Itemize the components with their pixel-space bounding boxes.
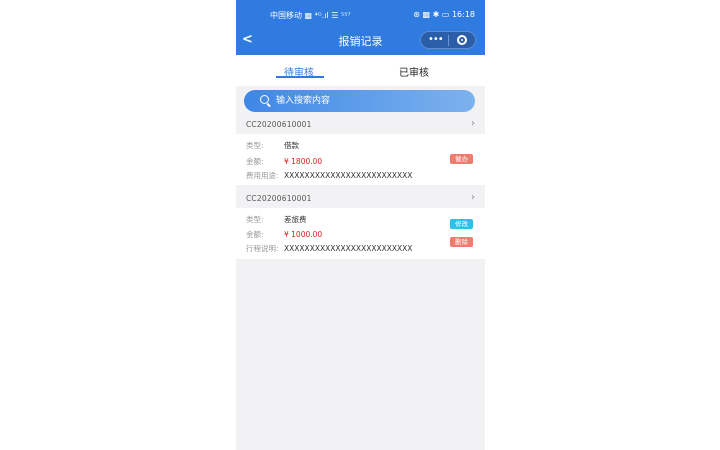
record-code: CC20200610001 <box>246 120 312 129</box>
field-value: 差旅费 <box>284 215 307 224</box>
status-bar: 中国移动 ▩ ⁴ᴳ.ıl ☰ ⁵⁵⁷ ⊛ ▩ ✱ ▭ 16:18 <box>236 7 485 21</box>
search-input[interactable] <box>276 93 461 109</box>
field-label: 金额: <box>246 230 264 239</box>
record-field-type: 类型: 差旅费 <box>246 214 307 225</box>
tab-reviewed[interactable]: 已审核 <box>399 64 429 79</box>
chevron-right-icon[interactable]: › <box>471 118 475 129</box>
record-field-amount: 金额: ¥ 1000.00 <box>246 229 322 240</box>
field-value: XXXXXXXXXXXXXXXXXXXXXXXXX <box>284 244 413 253</box>
field-label: 行程说明: <box>246 244 279 253</box>
field-label: 类型: <box>246 141 264 150</box>
search-bar <box>244 90 475 112</box>
capsule-divider <box>448 35 449 46</box>
record-field-amount: 金额: ¥ 1800.00 <box>246 156 322 167</box>
field-label: 类型: <box>246 215 264 224</box>
delete-button[interactable]: 删除 <box>450 237 473 247</box>
record-card[interactable]: 类型: 差旅费 金额: ¥ 1000.00 行程说明: XXXXXXXXXXXXXXX… <box>236 208 485 259</box>
mini-program-capsule: ••• <box>420 31 476 49</box>
tab-bar: 待审核 已审核 <box>236 55 485 86</box>
close-icon[interactable] <box>457 35 467 45</box>
record-field-itinerary: 行程说明: XXXXXXXXXXXXXXXXXXXXXXXXX <box>246 243 412 254</box>
field-label: 金额: <box>246 157 264 166</box>
chevron-right-icon[interactable]: › <box>471 192 475 203</box>
field-label: 费用用途: <box>246 171 279 180</box>
record-card[interactable]: 类型: 借款 金额: ¥ 1800.00 费用用途: XXXXXXXXXXXXXXXX… <box>236 134 485 185</box>
top-bar: 中国移动 ▩ ⁴ᴳ.ıl ☰ ⁵⁵⁷ ⊛ ▩ ✱ ▭ 16:18 < 报销记录 … <box>236 0 485 55</box>
field-value: 借款 <box>284 141 299 150</box>
urge-button[interactable]: 催办 <box>450 154 473 164</box>
field-value: ¥ 1800.00 <box>284 157 323 166</box>
tab-underline <box>276 76 324 78</box>
more-icon[interactable]: ••• <box>428 34 444 45</box>
field-value: XXXXXXXXXXXXXXXXXXXXXXXXX <box>284 171 413 180</box>
record-field-purpose: 费用用途: XXXXXXXXXXXXXXXXXXXXXXXXX <box>246 170 412 181</box>
nav-bar: < 报销记录 ••• <box>236 31 485 49</box>
record-code: CC20200610001 <box>246 194 312 203</box>
field-value: ¥ 1000.00 <box>284 230 323 239</box>
record-header[interactable]: CC20200610001 › <box>236 118 485 132</box>
search-icon <box>260 95 269 104</box>
record-header[interactable]: CC20200610001 › <box>236 192 485 206</box>
phone-screen: 中国移动 ▩ ⁴ᴳ.ıl ☰ ⁵⁵⁷ ⊛ ▩ ✱ ▭ 16:18 < 报销记录 … <box>236 0 485 450</box>
record-field-type: 类型: 借款 <box>246 140 299 151</box>
status-carrier: 中国移动 ▩ ⁴ᴳ.ıl ☰ ⁵⁵⁷ <box>270 11 351 20</box>
status-right: ⊛ ▩ ✱ ▭ 16:18 <box>413 10 475 19</box>
edit-button[interactable]: 修改 <box>450 219 473 229</box>
